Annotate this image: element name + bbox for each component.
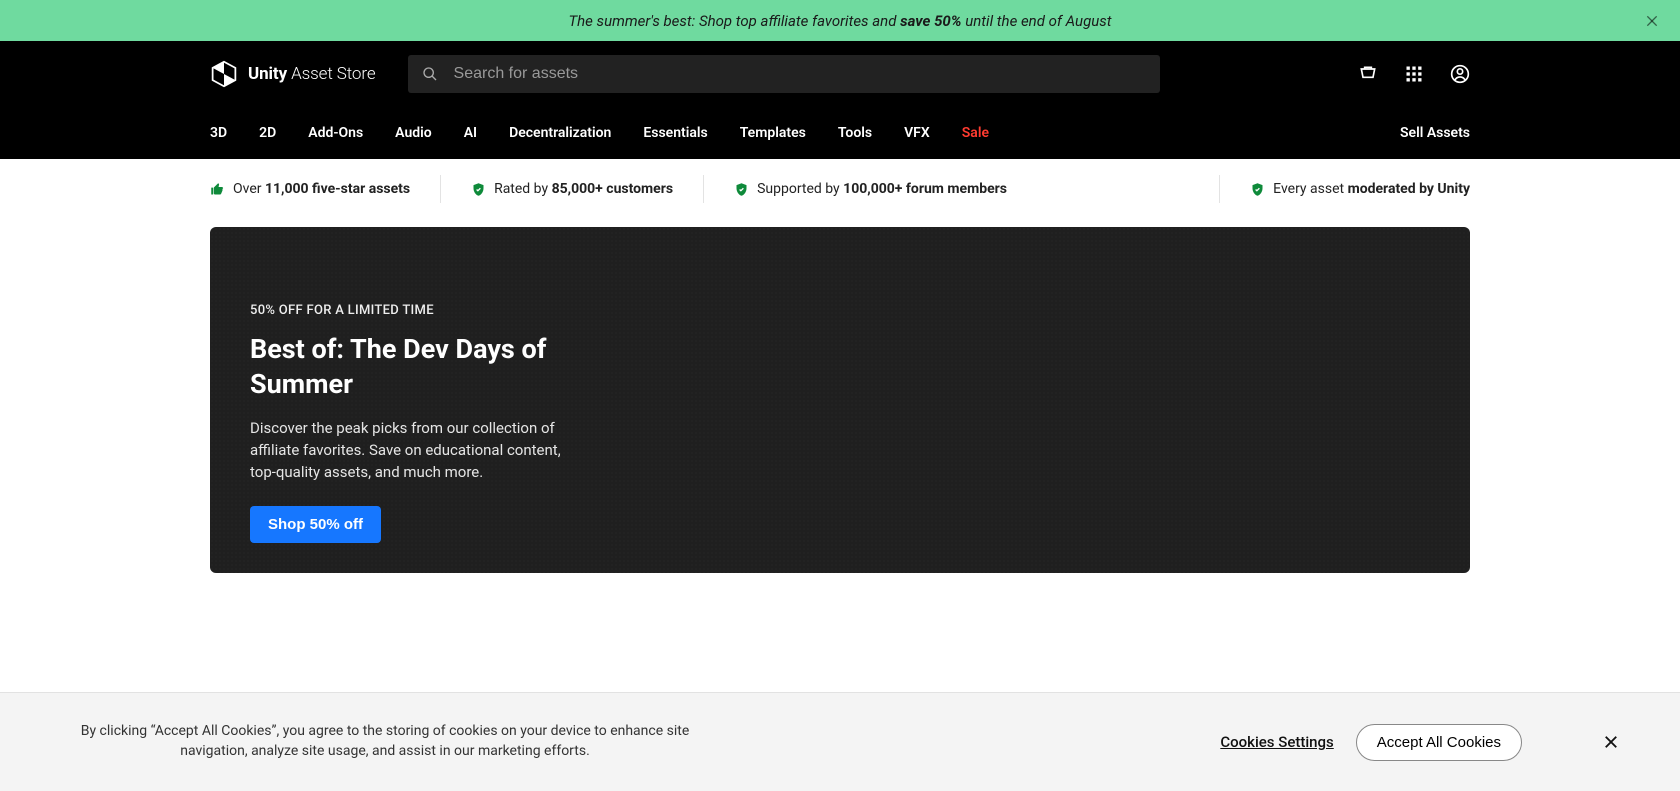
stat-pre: Supported by <box>757 181 843 197</box>
hero-body: Discover the peak picks from our collect… <box>250 417 580 484</box>
banner-text-post: until the end of August <box>962 12 1112 30</box>
stats-bar: Over 11,000 five-star assets Rated by 85… <box>0 159 1680 219</box>
stat-bold: moderated by Unity <box>1348 181 1470 197</box>
stat-five-star: Over 11,000 five-star assets <box>210 181 410 197</box>
nav-addons[interactable]: Add-Ons <box>308 125 363 141</box>
divider <box>703 175 704 203</box>
shield-check-icon <box>734 182 749 197</box>
thumb-up-icon <box>210 182 225 197</box>
divider <box>440 175 441 203</box>
close-banner-icon[interactable] <box>1644 13 1660 29</box>
cookie-banner: By clicking “Accept All Cookies”, you ag… <box>0 692 1680 791</box>
promo-banner[interactable]: The summer's best: Shop top affiliate fa… <box>0 0 1680 41</box>
nav-audio[interactable]: Audio <box>395 125 432 141</box>
nav-essentials[interactable]: Essentials <box>643 125 707 141</box>
shop-button[interactable]: Shop 50% off <box>250 506 381 543</box>
divider <box>1219 175 1220 203</box>
logo[interactable]: Unity Asset Store <box>210 60 376 88</box>
logo-text-bold: Unity <box>248 64 287 84</box>
header: Unity Asset Store <box>0 41 1680 107</box>
apps-icon[interactable] <box>1404 64 1424 84</box>
account-icon[interactable] <box>1450 64 1470 84</box>
stat-rated: Rated by 85,000+ customers <box>471 181 673 197</box>
search-bar[interactable] <box>408 55 1160 93</box>
stat-pre: Over <box>233 181 265 197</box>
close-cookie-icon[interactable] <box>1602 733 1620 751</box>
stat-pre: Every asset <box>1273 181 1347 197</box>
logo-text: Unity Asset Store <box>248 64 376 84</box>
shield-check-icon <box>471 182 486 197</box>
shield-check-icon <box>1250 182 1265 197</box>
nav-vfx[interactable]: VFX <box>904 125 930 141</box>
search-input[interactable] <box>438 65 1146 83</box>
cookies-settings-link[interactable]: Cookies Settings <box>1220 733 1333 751</box>
nav-sale[interactable]: Sale <box>962 125 989 141</box>
accept-cookies-button[interactable]: Accept All Cookies <box>1356 724 1522 761</box>
stat-supported: Supported by 100,000+ forum members <box>734 181 1007 197</box>
nav-templates[interactable]: Templates <box>740 125 806 141</box>
sell-assets-link[interactable]: Sell Assets <box>1400 125 1470 141</box>
stat-pre: Rated by <box>494 181 552 197</box>
nav-ai[interactable]: AI <box>464 125 477 141</box>
stat-bold: 11,000 five-star assets <box>265 181 410 197</box>
unity-logo-icon <box>210 60 238 88</box>
nav-tools[interactable]: Tools <box>838 125 872 141</box>
nav-bar: 3D 2D Add-Ons Audio AI Decentralization … <box>0 107 1680 159</box>
hero-banner: 50% OFF FOR A LIMITED TIME Best of: The … <box>210 227 1470 573</box>
nav-decentralization[interactable]: Decentralization <box>509 125 611 141</box>
stat-bold: 85,000+ customers <box>552 181 674 197</box>
nav-2d[interactable]: 2D <box>259 125 276 141</box>
stat-moderated: Every asset moderated by Unity <box>1250 181 1470 197</box>
cart-icon[interactable] <box>1358 64 1378 84</box>
banner-text-bold: save 50% <box>900 12 961 30</box>
banner-text-pre: The summer's best: Shop top affiliate fa… <box>568 12 900 30</box>
stat-bold: 100,000+ forum members <box>843 181 1007 197</box>
cookie-text: By clicking “Accept All Cookies”, you ag… <box>60 722 710 761</box>
search-icon <box>422 66 438 82</box>
nav-3d[interactable]: 3D <box>210 125 227 141</box>
logo-text-light: Asset Store <box>287 64 375 84</box>
hero-title: Best of: The Dev Days of Summer <box>250 332 590 401</box>
hero-eyebrow: 50% OFF FOR A LIMITED TIME <box>250 303 1430 318</box>
